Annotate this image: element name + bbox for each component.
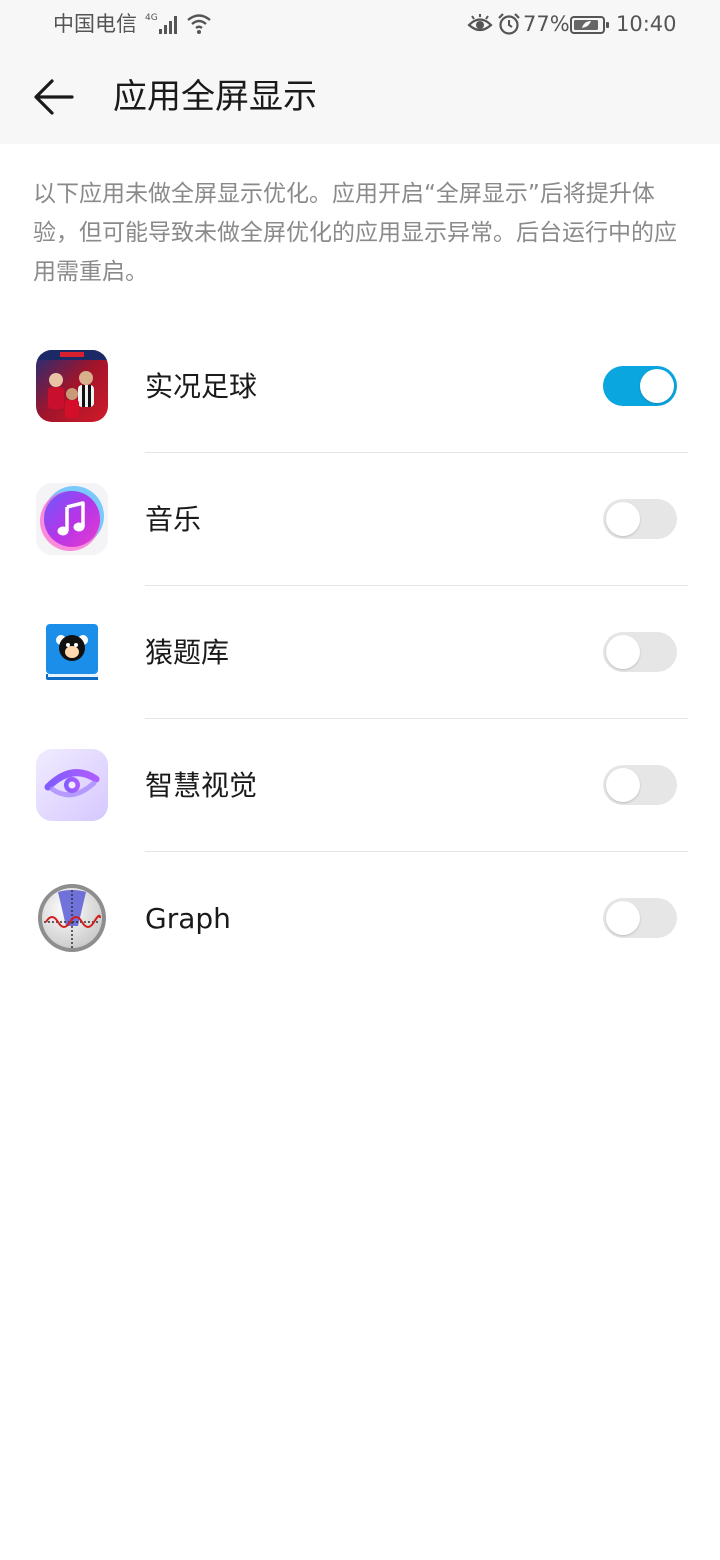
alarm-icon — [498, 13, 520, 35]
eye-comfort-icon — [467, 14, 493, 32]
list-item-ai-vision: 智慧视觉 — [0, 719, 720, 852]
app-name: Graph — [145, 902, 231, 935]
app-name: 智慧视觉 — [145, 769, 258, 802]
fullscreen-toggle-soccer[interactable] — [603, 366, 677, 406]
yuantiku-icon — [36, 616, 108, 688]
list-item-graph: Graph — [0, 852, 720, 985]
carrier-label: 中国电信 — [53, 12, 137, 36]
clock: 10:40 — [616, 12, 677, 36]
toggle-knob — [606, 502, 640, 536]
wifi-icon — [187, 14, 211, 34]
ai-vision-icon — [36, 749, 108, 821]
title-bar: 应用全屏显示 — [0, 50, 720, 144]
status-bar: 中国电信 4G 77% 10:40 — [0, 0, 720, 50]
fullscreen-toggle-ai-vision[interactable] — [603, 765, 677, 805]
fullscreen-toggle-yuantiku[interactable] — [603, 632, 677, 672]
list-item-soccer: 实况足球 — [0, 320, 720, 453]
app-list: 实况足球 音乐 猿题库 智慧视觉 Graph — [0, 320, 720, 985]
app-name: 猿题库 — [145, 636, 230, 669]
list-item-yuantiku: 猿题库 — [0, 586, 720, 719]
toggle-knob — [606, 901, 640, 935]
network-type-label: 4G — [145, 13, 158, 23]
signal-icon: 4G — [145, 13, 177, 34]
battery-icon — [570, 16, 609, 34]
toggle-knob — [606, 768, 640, 802]
graph-icon — [36, 882, 108, 954]
toggle-knob — [640, 369, 674, 403]
battery-percent: 77% — [523, 12, 570, 36]
app-name: 实况足球 — [145, 370, 258, 403]
music-icon — [36, 483, 108, 555]
toggle-knob — [606, 635, 640, 669]
list-item-music: 音乐 — [0, 453, 720, 586]
soccer-game-icon — [36, 350, 108, 422]
description-text: 以下应用未做全屏显示优化。应用开启“全屏显示”后将提升体验，但可能导致未做全屏优… — [33, 181, 677, 285]
fullscreen-toggle-music[interactable] — [603, 499, 677, 539]
app-name: 音乐 — [145, 503, 202, 536]
arrow-left-icon — [34, 79, 74, 115]
page-title: 应用全屏显示 — [113, 77, 317, 117]
fullscreen-toggle-graph[interactable] — [603, 898, 677, 938]
back-button[interactable] — [26, 72, 82, 122]
